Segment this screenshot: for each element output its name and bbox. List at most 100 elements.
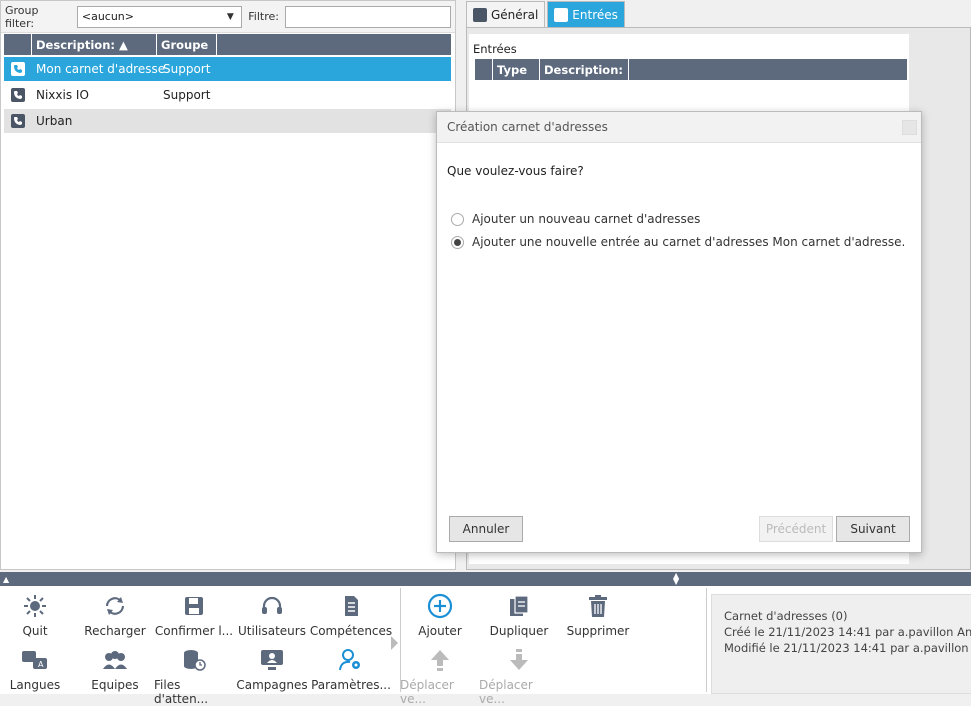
plus-circle-icon <box>427 593 453 619</box>
list-row[interactable]: Mon carnet d'adresse Support <box>4 57 451 81</box>
row-group: Support <box>163 88 211 102</box>
settings-label: Paramètres... <box>311 678 391 692</box>
list-row[interactable]: Nixxis IO Support <box>4 83 451 107</box>
address-book-icon <box>11 114 25 128</box>
confirm-button[interactable]: Confirmer l... <box>154 594 234 646</box>
entries-header-type[interactable]: Type <box>493 59 540 80</box>
toolbar-separator <box>706 588 707 692</box>
reload-button[interactable]: Recharger <box>75 594 155 646</box>
tab-entries[interactable]: Entrées <box>547 1 625 28</box>
header-description[interactable]: Description: ▲ <box>32 34 157 55</box>
header-group[interactable]: Groupe <box>157 34 217 55</box>
confirm-label: Confirmer l... <box>154 624 234 638</box>
user-settings-icon <box>338 648 364 672</box>
language-icon: A <box>21 648 49 672</box>
duplicate-label: Dupliquer <box>489 624 549 638</box>
team-icon <box>101 648 129 672</box>
chevron-down-icon[interactable]: ▼ <box>223 7 237 27</box>
teams-label: Equipes <box>91 678 139 692</box>
info-created: Créé le 21/11/2023 14:41 par a.pavillon … <box>724 625 971 639</box>
move-up-label: Déplacer ve... <box>400 678 454 706</box>
add-button[interactable]: Ajouter <box>400 593 480 646</box>
header-icon-column <box>4 34 32 55</box>
group-filter-value: <aucun> <box>81 10 134 23</box>
chevron-right-icon <box>391 636 398 650</box>
address-book-icon <box>473 8 487 22</box>
users-button[interactable]: Utilisateurs <box>232 594 312 646</box>
option-new-address-book-label: Ajouter un nouveau carnet d'adresses <box>472 212 701 226</box>
add-label: Ajouter <box>418 624 462 638</box>
filter-bar: Group filter: <aucun> ▼ Filtre: <box>1 1 455 33</box>
tab-general[interactable]: Général <box>466 1 546 28</box>
languages-button[interactable]: A Langues <box>0 648 75 700</box>
group-filter-label: Group filter: <box>5 3 39 30</box>
entries-header: Type Description: <box>475 59 907 80</box>
info-modified: Modifié le 21/11/2023 14:41 par a.pavill… <box>724 641 971 655</box>
users-label: Utilisateurs <box>238 624 306 638</box>
group-filter-select[interactable]: <aucun> ▼ <box>76 5 243 28</box>
delete-button[interactable]: Supprimer <box>558 594 638 646</box>
arrow-up-icon <box>429 648 451 672</box>
cancel-button[interactable]: Annuler <box>449 516 523 542</box>
quit-button[interactable]: Quit <box>0 594 75 646</box>
address-book-icon <box>11 88 25 102</box>
tab-entries-label: Entrées <box>572 8 618 22</box>
header-filler <box>217 34 451 55</box>
quit-icon <box>23 594 47 618</box>
queues-button[interactable]: Files d'atten... <box>154 648 234 706</box>
resize-handle-icon[interactable]: ▲ ▼ <box>673 572 679 586</box>
radio-new-entry[interactable] <box>451 235 464 249</box>
skills-button[interactable]: Compétences <box>309 594 393 646</box>
option-new-address-book[interactable]: Ajouter un nouveau carnet d'adresses <box>451 212 700 226</box>
copy-icon <box>507 594 531 618</box>
bottom-toolbar: Quit Recharger Confirmer l... Utilisateu… <box>0 586 971 706</box>
svg-text:A: A <box>38 660 44 669</box>
entries-header-filler <box>629 59 907 80</box>
campaigns-button[interactable]: Campagnes <box>232 648 312 700</box>
list-row[interactable]: Urban <box>4 109 451 133</box>
details-tabs: Général Entrées <box>466 0 971 28</box>
reload-label: Recharger <box>84 624 146 638</box>
next-button[interactable]: Suivant <box>836 516 910 542</box>
address-book-icon <box>554 8 569 22</box>
settings-button[interactable]: Paramètres... <box>311 648 391 700</box>
arrow-down-icon <box>508 648 530 672</box>
move-down-label: Déplacer ve... <box>479 678 533 706</box>
refresh-icon <box>103 594 127 618</box>
row-group: Support <box>163 62 211 76</box>
row-description: Urban <box>36 114 73 128</box>
save-icon <box>182 594 206 618</box>
option-new-entry[interactable]: Ajouter une nouvelle entrée au carnet d'… <box>451 235 905 249</box>
entries-label: Entrées <box>473 42 517 56</box>
quit-label: Quit <box>22 624 48 638</box>
dialog-title: Création carnet d'adresses <box>447 120 608 134</box>
move-up-button[interactable]: Déplacer ve... <box>400 648 480 706</box>
skills-icon <box>339 594 363 618</box>
teams-button[interactable]: Equipes <box>75 648 155 700</box>
create-address-book-dialog: Création carnet d'adresses Que voulez-vo… <box>436 111 922 553</box>
previous-button[interactable]: Précédent <box>759 516 833 542</box>
duplicate-button[interactable]: Dupliquer <box>479 594 559 646</box>
move-down-button[interactable]: Déplacer ve... <box>479 648 559 706</box>
monitor-user-icon <box>259 648 285 672</box>
campaigns-label: Campagnes <box>236 678 308 692</box>
panel-splitter[interactable]: ▲ ▲ ▼ <box>0 572 971 586</box>
collapse-up-icon[interactable]: ▲ <box>3 575 9 584</box>
address-book-icon <box>11 62 25 76</box>
dialog-title-bar: Création carnet d'adresses <box>437 112 921 143</box>
option-new-entry-label: Ajouter une nouvelle entrée au carnet d'… <box>472 235 906 249</box>
delete-label: Supprimer <box>566 624 630 638</box>
queues-label: Files d'atten... <box>154 678 209 706</box>
list-header: Description: ▲ Groupe <box>4 34 451 55</box>
close-icon[interactable] <box>902 120 917 135</box>
filter-input[interactable] <box>285 5 451 28</box>
skills-label: Compétences <box>309 624 393 638</box>
row-description: Nixxis IO <box>36 88 89 102</box>
entries-header-icon-column <box>475 59 493 80</box>
entries-header-description[interactable]: Description: <box>540 59 629 80</box>
languages-label: Langues <box>9 678 61 692</box>
radio-new-address-book[interactable] <box>451 212 464 226</box>
row-description: Mon carnet d'adresse <box>36 62 166 76</box>
dialog-question: Que voulez-vous faire? <box>447 164 584 178</box>
info-title: Carnet d'adresses (0) <box>724 609 848 623</box>
